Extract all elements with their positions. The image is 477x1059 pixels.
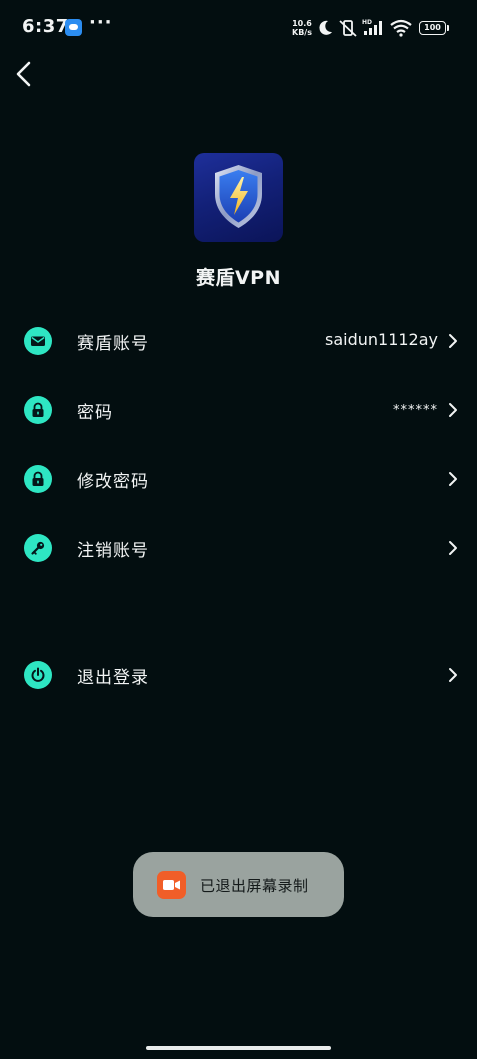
- chevron-right-icon: [449, 403, 457, 417]
- status-time: 6:37: [22, 16, 69, 37]
- battery-indicator: 100: [419, 21, 449, 35]
- menu-item-cancel-account[interactable]: 注销账号: [0, 519, 477, 579]
- chevron-right-icon: [449, 541, 457, 555]
- app-logo: [194, 153, 283, 242]
- home-indicator[interactable]: [146, 1046, 331, 1050]
- toast-message: 已退出屏幕录制: [200, 877, 309, 895]
- password-masked-value: ******: [393, 403, 438, 418]
- chevron-right-icon: [449, 334, 457, 348]
- mail-icon: [24, 327, 52, 355]
- more-notifications-icon: ···: [89, 12, 113, 33]
- chevron-left-icon: [16, 61, 31, 87]
- menu-item-cancel-account-label: 注销账号: [77, 541, 149, 561]
- vibrate-off-icon: [339, 20, 357, 37]
- power-icon: [24, 661, 52, 689]
- back-button[interactable]: [10, 57, 40, 91]
- network-speed-unit: KB/s: [292, 28, 312, 37]
- shield-lightning-icon: [215, 165, 262, 228]
- menu-item-logout[interactable]: 退出登录: [0, 646, 477, 706]
- menu-item-change-password-label: 修改密码: [77, 472, 149, 492]
- network-speed-value: 10.6: [292, 19, 312, 28]
- chevron-right-icon: [449, 472, 457, 486]
- key-icon: [24, 534, 52, 562]
- status-bar: 6:37 ··· 10.6 KB/s HD 100: [0, 0, 477, 54]
- menu-item-logout-label: 退出登录: [77, 668, 149, 688]
- menu-item-password[interactable]: 密码 ******: [0, 381, 477, 441]
- do-not-disturb-icon: [319, 20, 332, 35]
- video-camera-icon: [157, 871, 186, 899]
- app-name: 赛盾VPN: [195, 267, 282, 289]
- account-username: saidun1112ay: [324, 330, 438, 349]
- wifi-icon: [390, 19, 412, 37]
- signal-hd-icon: HD: [362, 19, 382, 35]
- menu-item-change-password[interactable]: 修改密码: [0, 450, 477, 510]
- screen-recording-toast: 已退出屏幕录制: [133, 852, 344, 917]
- menu-item-password-label: 密码: [77, 403, 113, 423]
- lock-icon: [24, 396, 52, 424]
- chevron-right-icon: [449, 668, 457, 682]
- menu-item-account-label: 赛盾账号: [77, 334, 149, 354]
- lock-icon: [24, 465, 52, 493]
- svg-text:HD: HD: [362, 19, 372, 26]
- menu-item-account[interactable]: 赛盾账号 saidun1112ay: [0, 312, 477, 372]
- app-notification-icon: [65, 19, 82, 36]
- network-speed: 10.6 KB/s: [292, 19, 312, 37]
